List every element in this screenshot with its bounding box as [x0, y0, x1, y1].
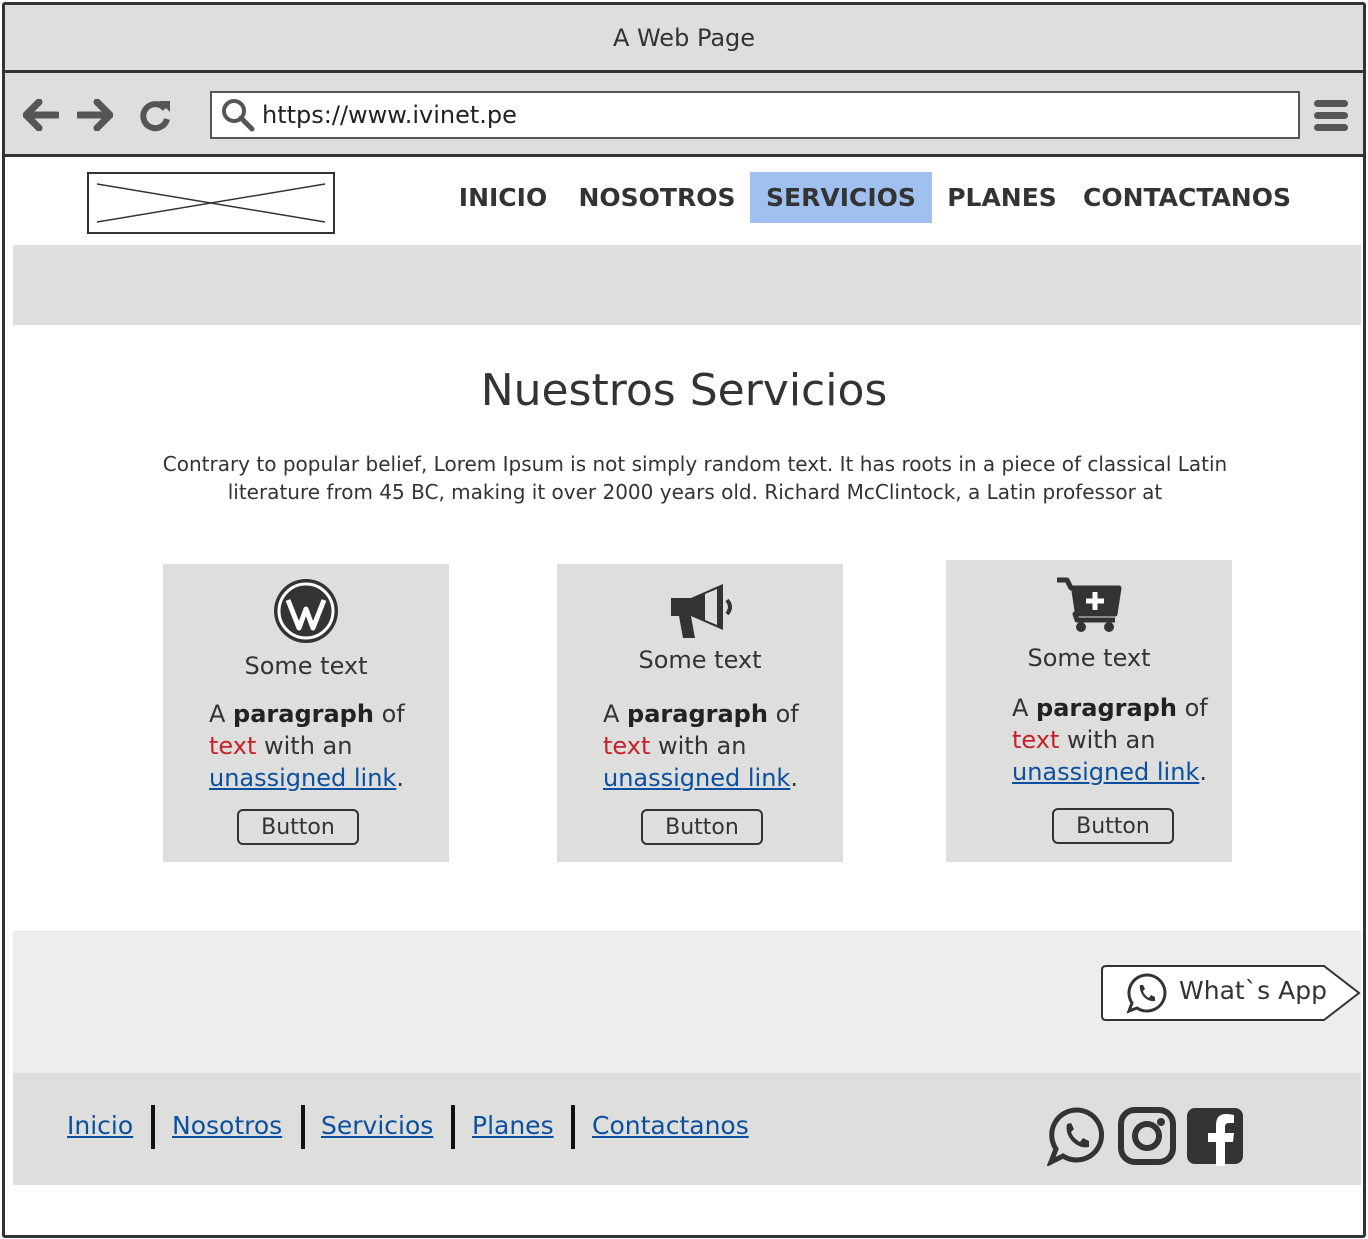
footer-link-inicio[interactable]: Inicio [67, 1111, 133, 1140]
nav-item-servicios[interactable]: SERVICIOS [750, 172, 932, 223]
unassigned-link[interactable]: unassigned link [209, 764, 396, 792]
card-button[interactable]: Button [641, 809, 763, 845]
nav-item-inicio[interactable]: INICIO [443, 172, 563, 223]
site-footer: Inicio Nosotros Servicios Planes Contact… [13, 1073, 1361, 1185]
service-card-3: Some text A paragraph of text with an un… [946, 560, 1232, 862]
wordpress-icon [163, 576, 449, 646]
unassigned-link[interactable]: unassigned link [603, 764, 790, 792]
service-card-1: Some text A paragraph of text with an un… [163, 564, 449, 862]
hamburger-menu-icon[interactable] [1313, 97, 1349, 133]
forward-arrow-icon[interactable] [75, 95, 115, 135]
window-title: A Web Page [5, 5, 1363, 73]
service-card-2: Some text A paragraph of text with an un… [557, 564, 843, 862]
intro-text: Contrary to popular belief, Lorem Ipsum … [145, 450, 1245, 506]
card-heading: Some text [638, 646, 762, 674]
instagram-icon[interactable] [1117, 1106, 1177, 1166]
megaphone-icon [557, 580, 843, 640]
nav-item-planes[interactable]: PLANES [939, 172, 1065, 223]
facebook-icon[interactable] [1185, 1106, 1245, 1166]
url-text: https://www.ivinet.pe [262, 101, 517, 129]
cart-plus-icon [946, 576, 1232, 632]
browser-window: A Web Page https://www.ivinet.pe INICIO … [2, 2, 1366, 1238]
footer-link-servicios[interactable]: Servicios [321, 1111, 433, 1140]
card-paragraph: A paragraph of text with an unassigned l… [603, 700, 799, 792]
browser-toolbar: https://www.ivinet.pe [5, 73, 1363, 157]
card-heading: Some text [244, 652, 368, 680]
nav-item-contactanos[interactable]: CONTACTANOS [1077, 172, 1297, 223]
search-icon [218, 93, 258, 137]
footer-separator [151, 1105, 155, 1149]
unassigned-link[interactable]: unassigned link [1012, 758, 1199, 786]
page-title: Nuestros Servicios [480, 365, 888, 416]
back-arrow-icon[interactable] [21, 95, 61, 135]
card-button[interactable]: Button [1052, 808, 1174, 844]
card-paragraph: A paragraph of text with an unassigned l… [209, 700, 405, 792]
card-paragraph: A paragraph of text with an unassigned l… [1012, 694, 1208, 786]
card-button[interactable]: Button [237, 809, 359, 845]
whatsapp-button-label: What`s App [1179, 976, 1327, 1005]
whatsapp-button[interactable]: What`s App [1100, 964, 1362, 1022]
site-header: INICIO NOSOTROS SERVICIOS PLANES CONTACT… [5, 157, 1363, 245]
footer-link-planes[interactable]: Planes [472, 1111, 554, 1140]
footer-separator [301, 1105, 305, 1149]
intro-line-2: literature from 45 BC, making it over 20… [227, 480, 1163, 504]
footer-separator [571, 1105, 575, 1149]
whatsapp-icon[interactable] [1046, 1106, 1107, 1168]
card-heading: Some text [1027, 644, 1151, 672]
footer-link-nosotros[interactable]: Nosotros [172, 1111, 282, 1140]
nav-item-nosotros[interactable]: NOSOTROS [573, 172, 741, 223]
logo-image-placeholder[interactable] [87, 172, 335, 234]
address-bar[interactable]: https://www.ivinet.pe [210, 91, 1300, 139]
hero-banner [13, 245, 1361, 325]
intro-line-1: Contrary to popular belief, Lorem Ipsum … [162, 452, 1228, 476]
footer-link-contactanos[interactable]: Contactanos [592, 1111, 749, 1140]
footer-separator [451, 1105, 455, 1149]
reload-icon[interactable] [135, 95, 175, 135]
whatsapp-icon [1126, 972, 1168, 1018]
